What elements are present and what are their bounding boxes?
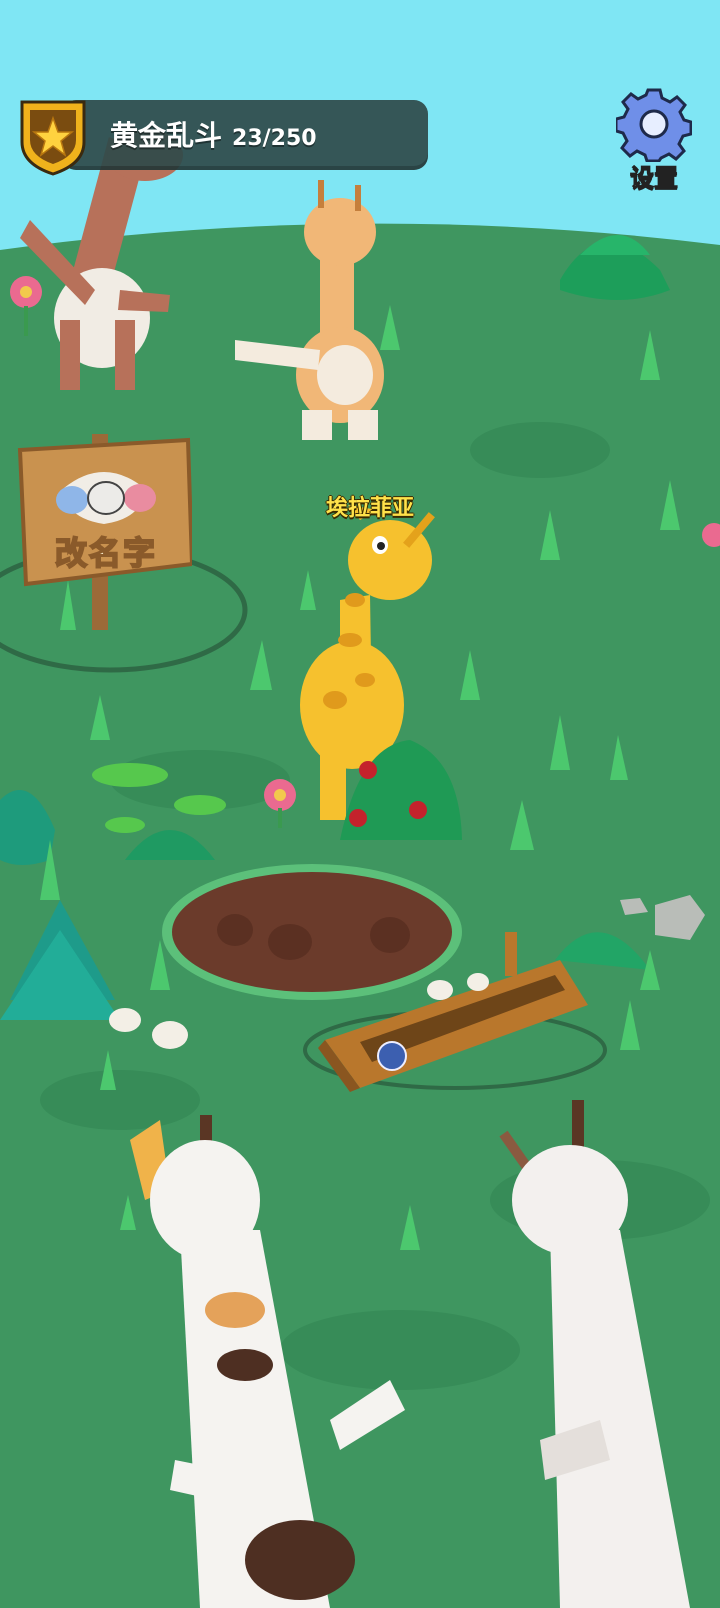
dirt-hole[interactable]	[162, 864, 462, 1000]
gear-icon	[616, 88, 692, 162]
settings-label: 设置	[630, 164, 679, 193]
star-shield-icon	[18, 96, 88, 176]
settings-button[interactable]: 设置	[614, 86, 694, 193]
rank-title: 黄金乱斗	[110, 119, 223, 152]
rename-label: 改名字	[54, 533, 157, 573]
rank-bar[interactable]: 黄金乱斗 23/250	[18, 96, 428, 176]
player-name-tag: 埃拉菲亚	[325, 496, 414, 521]
rank-title-group: 黄金乱斗 23/250	[110, 114, 317, 154]
game-scene[interactable]	[0, 0, 720, 1608]
rename-sign[interactable]: 改名字	[16, 434, 195, 630]
rank-progress: 23/250	[232, 126, 317, 151]
clock-icon	[377, 1041, 407, 1071]
